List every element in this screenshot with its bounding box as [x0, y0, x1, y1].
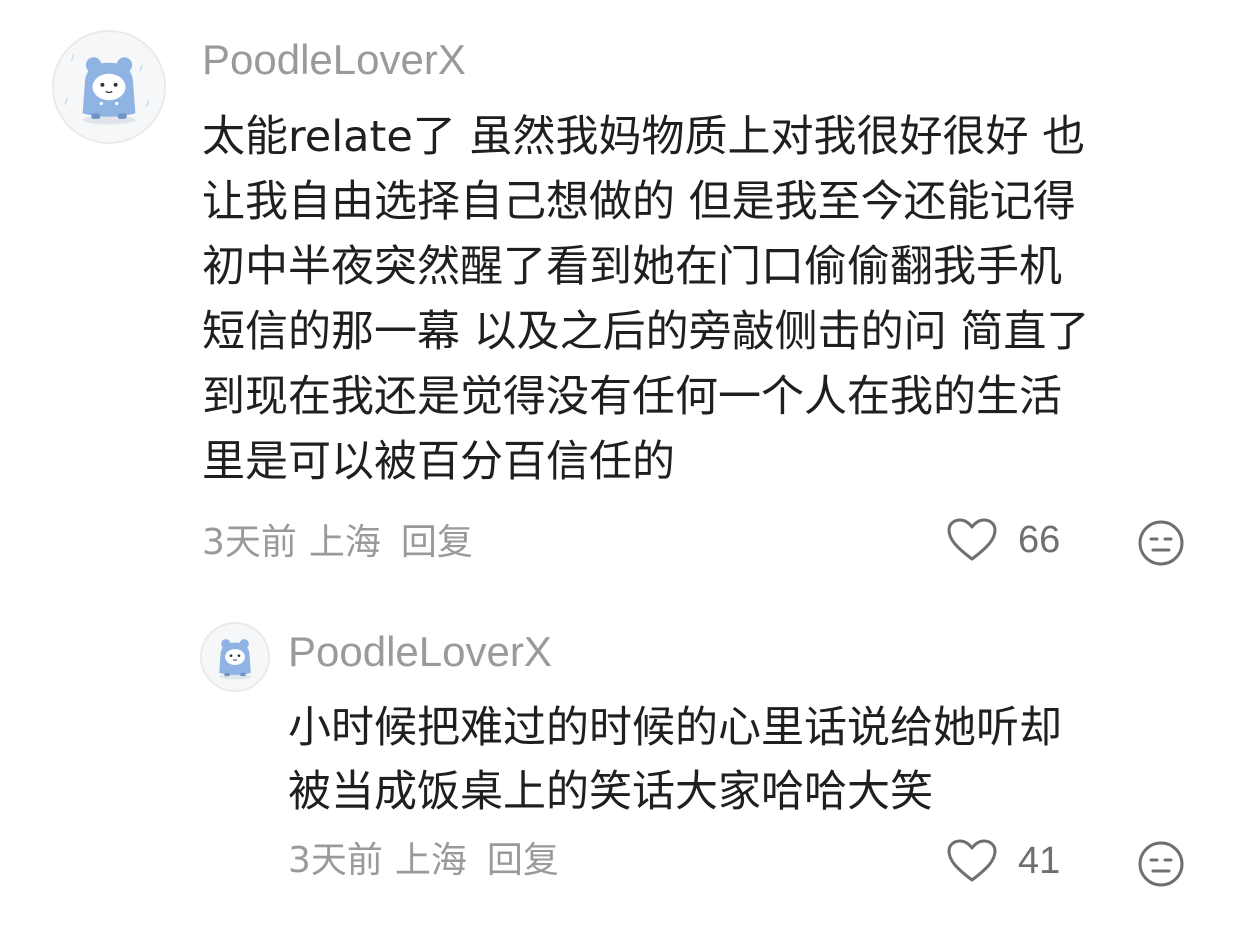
like-button[interactable]: 41	[946, 838, 1060, 884]
heart-outline-icon	[947, 518, 997, 561]
comment-text: 小时候把难过的时候的心里话说给她听却 被当成饭桌上的笑话大家哈哈大笑	[288, 703, 1062, 817]
bear-avatar-icon	[202, 624, 268, 690]
user-avatar[interactable]	[200, 622, 270, 692]
comment-text: 太能relate了 虽然我妈物质上对我很好很好 也 让我自由选择自己想做的 但是…	[202, 112, 1090, 487]
user-avatar[interactable]	[52, 30, 166, 144]
like-count: 66	[1018, 519, 1061, 561]
neutral-face-icon	[1138, 520, 1184, 566]
like-count: 41	[1018, 840, 1061, 882]
location: 上海	[308, 522, 381, 563]
neutral-face-icon	[1138, 841, 1184, 887]
reply-button[interactable]: 回复	[487, 838, 559, 884]
comment-meta: 3天前 上海 回复	[202, 520, 473, 566]
bear-avatar-icon	[54, 32, 164, 142]
comment-meta: 3天前 上海 回复	[288, 838, 559, 884]
username[interactable]: PoodleLoverX	[202, 34, 466, 86]
dislike-button[interactable]	[1137, 519, 1185, 567]
username[interactable]: PoodleLoverX	[288, 626, 552, 678]
reply-button[interactable]: 回复	[401, 520, 473, 566]
dislike-button[interactable]	[1137, 840, 1185, 888]
location: 上海	[394, 840, 467, 881]
timestamp: 3天前	[202, 522, 297, 563]
heart-outline-icon	[947, 839, 997, 882]
like-button[interactable]: 66	[946, 517, 1060, 563]
timestamp: 3天前	[288, 840, 383, 881]
